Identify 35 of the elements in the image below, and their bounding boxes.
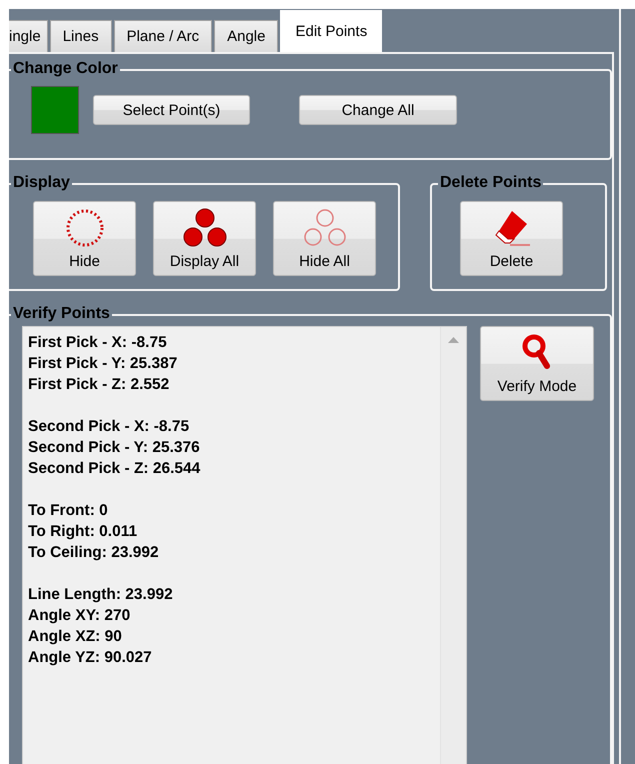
result-line: First Pick - X: -8.75 bbox=[28, 333, 168, 353]
three-rings-icon bbox=[302, 208, 348, 248]
three-dots-icon bbox=[182, 208, 228, 248]
result-line: To Ceiling: 23.992 bbox=[28, 543, 160, 563]
hide-all-button[interactable]: Hide All bbox=[273, 201, 376, 276]
tab[interactable]: ingle bbox=[9, 20, 48, 52]
result-line: To Front: 0 bbox=[28, 501, 109, 521]
result-line: First Pick - Z: 2.552 bbox=[28, 375, 170, 395]
result-line: Line Length: 23.992 bbox=[28, 585, 174, 605]
tab[interactable]: Lines bbox=[50, 20, 112, 52]
display-all-button[interactable]: Display All bbox=[153, 201, 256, 276]
delete-button[interactable]: Delete bbox=[460, 201, 563, 276]
result-line: First Pick - Y: 25.387 bbox=[28, 354, 178, 374]
result-line: Angle XZ: 90 bbox=[28, 627, 123, 647]
tab[interactable]: Plane / Arc bbox=[114, 20, 212, 52]
result-line: Angle XY: 270 bbox=[28, 606, 132, 626]
color-swatch[interactable] bbox=[31, 86, 79, 134]
tab[interactable]: Edit Points bbox=[280, 10, 382, 52]
result-line: Angle YZ: 90.027 bbox=[28, 648, 153, 668]
group-title: Display bbox=[11, 174, 72, 192]
results-text-area[interactable] bbox=[22, 326, 467, 764]
result-line: Second Pick - X: -8.75 bbox=[28, 417, 190, 437]
verify-mode-button[interactable]: Verify Mode bbox=[480, 326, 594, 401]
scroll-up-icon[interactable] bbox=[448, 337, 459, 343]
dotted-circle-icon bbox=[64, 208, 104, 248]
hide-button[interactable]: Hide bbox=[33, 201, 136, 276]
result-line: Second Pick - Y: 25.376 bbox=[28, 438, 201, 458]
select-points-button[interactable]: Select Point(s) bbox=[93, 95, 250, 125]
result-line: To Right: 0.011 bbox=[28, 522, 138, 542]
scrollbar[interactable] bbox=[440, 327, 466, 764]
group-title: Change Color bbox=[11, 60, 120, 78]
result-line: Second Pick - Z: 26.544 bbox=[28, 459, 202, 479]
tab[interactable]: Angle bbox=[214, 20, 278, 52]
group-title: Verify Points bbox=[11, 305, 112, 323]
change-all-button[interactable]: Change All bbox=[299, 95, 457, 125]
